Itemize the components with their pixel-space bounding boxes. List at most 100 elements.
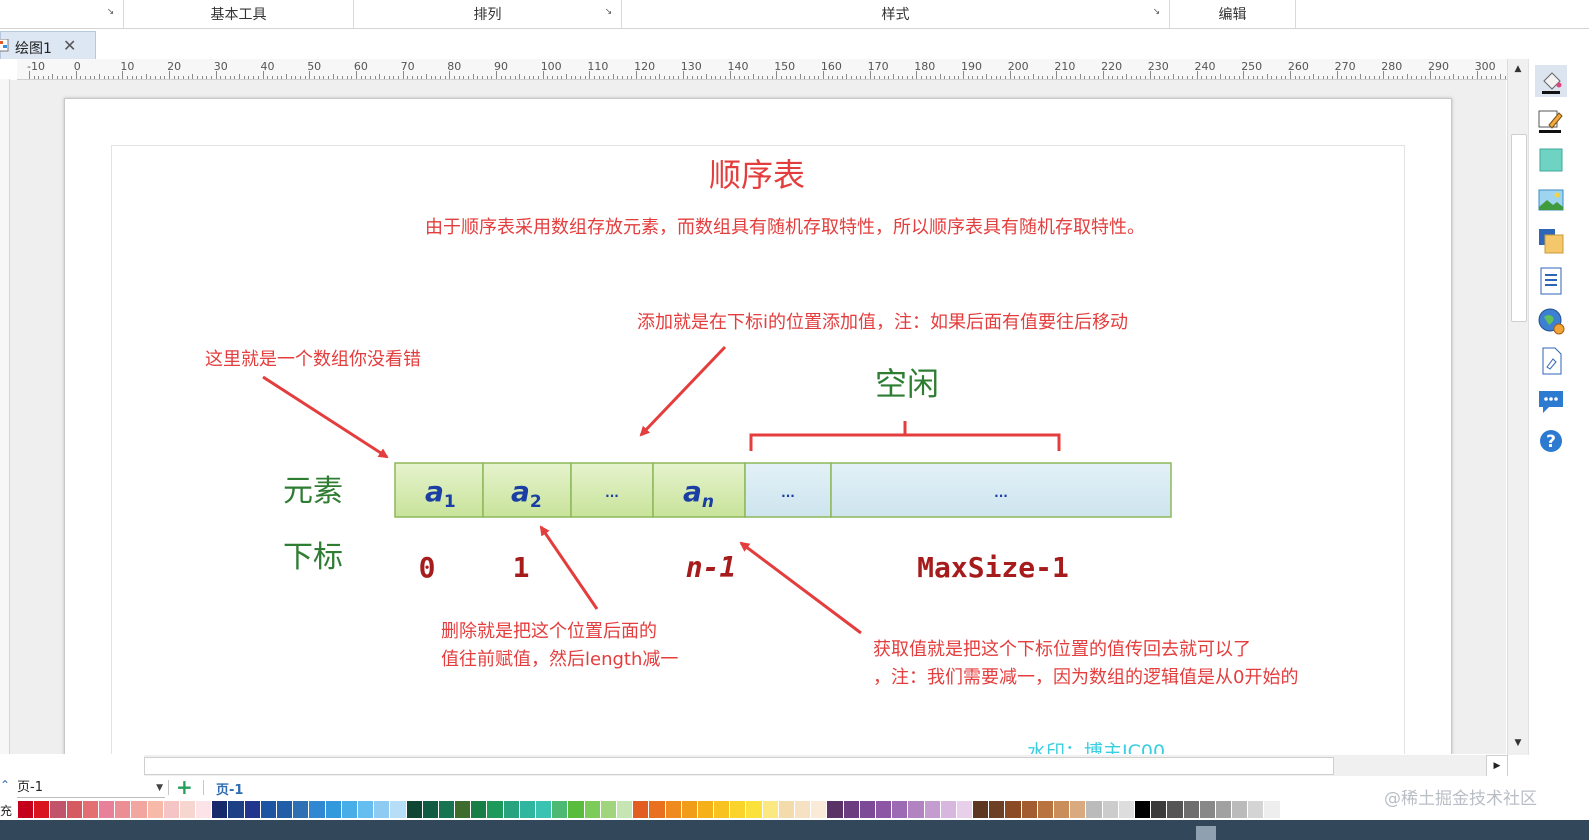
- color-swatch[interactable]: [1248, 801, 1265, 818]
- color-swatch[interactable]: [973, 801, 990, 818]
- color-swatch[interactable]: [519, 801, 536, 818]
- color-swatch[interactable]: [1134, 801, 1152, 818]
- color-swatch[interactable]: [1199, 801, 1216, 818]
- ribbon-group-edit[interactable]: 编辑: [1170, 0, 1296, 28]
- close-tab-icon[interactable]: ✕: [63, 36, 76, 55]
- color-swatch[interactable]: [147, 801, 164, 818]
- color-swatch[interactable]: [179, 801, 197, 818]
- color-swatch[interactable]: [1167, 801, 1184, 818]
- scroll-down-icon[interactable]: ▼: [1511, 736, 1525, 750]
- add-page-button[interactable]: +: [176, 777, 193, 797]
- color-swatch[interactable]: [1037, 801, 1054, 818]
- color-swatch[interactable]: [98, 801, 116, 818]
- help-icon[interactable]: ?: [1535, 425, 1567, 457]
- color-swatch[interactable]: [746, 801, 763, 818]
- color-swatch[interactable]: [163, 801, 180, 818]
- color-swatch[interactable]: [730, 801, 747, 818]
- color-swatch[interactable]: [940, 801, 957, 818]
- color-swatch[interactable]: [843, 801, 860, 818]
- color-swatch[interactable]: [455, 801, 472, 818]
- color-swatch[interactable]: [956, 801, 974, 818]
- color-swatch[interactable]: [681, 801, 698, 818]
- color-swatch[interactable]: [390, 801, 407, 818]
- color-swatch[interactable]: [357, 801, 375, 818]
- color-swatch[interactable]: [438, 801, 456, 818]
- color-swatch[interactable]: [82, 801, 99, 818]
- color-swatch[interactable]: [827, 801, 844, 818]
- color-swatch[interactable]: [244, 801, 261, 818]
- color-swatch[interactable]: [1070, 801, 1087, 818]
- document-icon[interactable]: [1535, 345, 1567, 377]
- comment-icon[interactable]: [1535, 385, 1567, 417]
- color-swatch[interactable]: [552, 801, 569, 818]
- color-swatch[interactable]: [1054, 801, 1071, 818]
- color-swatch[interactable]: [341, 801, 358, 818]
- color-swatch[interactable]: [487, 801, 504, 818]
- color-swatch[interactable]: [989, 801, 1006, 818]
- color-swatch[interactable]: [697, 801, 715, 818]
- scroll-right-icon[interactable]: ▶: [1486, 755, 1508, 777]
- color-swatch[interactable]: [600, 801, 617, 818]
- color-swatch[interactable]: [277, 801, 294, 818]
- color-swatch[interactable]: [859, 801, 876, 818]
- color-swatch[interactable]: [1215, 801, 1233, 818]
- color-swatch[interactable]: [115, 801, 132, 818]
- vertical-scroll-thumb[interactable]: [1511, 134, 1527, 322]
- color-swatch[interactable]: [714, 801, 731, 818]
- layers-icon[interactable]: [1535, 225, 1567, 257]
- dialog-launcher-icon[interactable]: ↘: [1152, 8, 1161, 17]
- color-swatch[interactable]: [66, 801, 83, 818]
- fill-bucket-icon[interactable]: [1535, 65, 1567, 97]
- horizontal-scroll-thumb[interactable]: [144, 757, 1334, 775]
- color-swatch[interactable]: [1183, 801, 1200, 818]
- color-swatch[interactable]: [228, 801, 245, 818]
- dialog-launcher-icon[interactable]: ↘: [106, 8, 115, 17]
- color-swatch[interactable]: [924, 801, 941, 818]
- color-swatch[interactable]: [1086, 801, 1103, 818]
- color-swatch[interactable]: [422, 801, 439, 818]
- color-swatch[interactable]: [536, 801, 553, 818]
- color-swatch[interactable]: [34, 801, 51, 818]
- color-swatch[interactable]: [778, 801, 795, 818]
- color-swatch[interactable]: [50, 801, 67, 818]
- color-swatch[interactable]: [503, 801, 520, 818]
- drawing-canvas[interactable]: 顺序表 由于顺序表采用数组存放元素，而数组具有随机存取特性，所以顺序表具有随机存…: [10, 80, 1506, 754]
- color-swatch[interactable]: [196, 801, 213, 818]
- color-swatch[interactable]: [293, 801, 310, 818]
- color-swatch[interactable]: [633, 801, 650, 818]
- color-swatch[interactable]: [811, 801, 828, 818]
- page-tab[interactable]: 页-1: [216, 779, 243, 798]
- ribbon-group-arrange[interactable]: 排列 ↘: [354, 0, 622, 28]
- scroll-up-icon[interactable]: ▲: [1511, 62, 1525, 76]
- color-swatch[interactable]: [649, 801, 666, 818]
- color-swatch[interactable]: [892, 801, 909, 818]
- color-swatch[interactable]: [309, 801, 326, 818]
- image-icon[interactable]: [1535, 185, 1567, 217]
- color-swatch[interactable]: [325, 801, 342, 818]
- color-swatch[interactable]: [795, 801, 812, 818]
- dialog-launcher-icon[interactable]: ↘: [604, 8, 613, 17]
- color-swatch[interactable]: [616, 801, 634, 818]
- color-swatch[interactable]: [1021, 801, 1038, 818]
- color-swatch[interactable]: [908, 801, 925, 818]
- color-swatch[interactable]: [1264, 801, 1281, 818]
- color-swatch[interactable]: [471, 801, 488, 818]
- list-icon[interactable]: [1535, 265, 1567, 297]
- ribbon-group-basic-tools[interactable]: 基本工具: [124, 0, 354, 28]
- color-swatch[interactable]: [875, 801, 893, 818]
- color-swatch[interactable]: [762, 801, 779, 818]
- color-swatch[interactable]: [1232, 801, 1249, 818]
- vertical-scrollbar[interactable]: ▲ ▼: [1507, 59, 1528, 755]
- color-swatch[interactable]: [568, 801, 585, 818]
- color-swatch[interactable]: [1005, 801, 1022, 818]
- globe-icon[interactable]: [1535, 305, 1567, 337]
- horizontal-scrollbar[interactable]: ▶: [144, 755, 1508, 777]
- page-nav-edge-icon[interactable]: ⌃: [0, 778, 10, 792]
- color-swatch[interactable]: [212, 801, 229, 818]
- color-swatch[interactable]: [260, 801, 277, 818]
- color-swatch[interactable]: [1102, 801, 1119, 818]
- page-select-dropdown[interactable]: 页-1 ▼: [17, 779, 165, 798]
- color-swatch[interactable]: [665, 801, 682, 818]
- ribbon-group-style[interactable]: 样式 ↘: [622, 0, 1170, 28]
- color-swatch[interactable]: [131, 801, 148, 818]
